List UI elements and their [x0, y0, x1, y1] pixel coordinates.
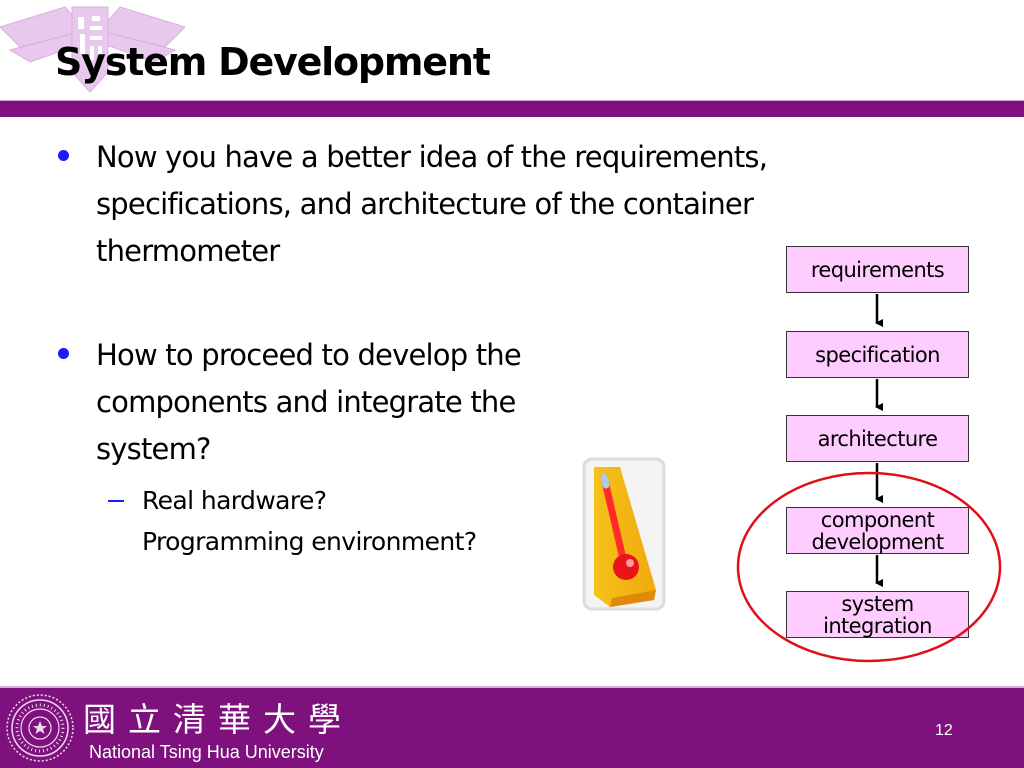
title-divider-bar [0, 101, 1024, 117]
bullet-item-2: How to proceed to develop the components… [58, 332, 618, 473]
university-name-english: National Tsing Hua University [89, 742, 324, 762]
flow-step-label-line-2: development [811, 529, 945, 554]
sub-bullet-line-1: Real hardware? [142, 486, 327, 515]
flow-step-label: architecture [817, 426, 938, 451]
flow-step-label-line-1: component [820, 507, 935, 532]
flow-step-system-integration: system integration [786, 591, 969, 638]
bullet-text: Now you have a better idea of the requir… [96, 140, 768, 268]
flow-step-label: specification [815, 342, 940, 367]
flow-step-label-line-2: integration [823, 613, 932, 638]
page-number: 12 [935, 722, 953, 739]
bullet-dot-icon [58, 150, 69, 161]
thermometer-icon [582, 457, 666, 611]
nthu-seal-icon [6, 694, 74, 762]
flow-step-requirements: requirements [786, 246, 969, 293]
dash-bullet-icon [108, 500, 124, 502]
flow-step-specification: specification [786, 331, 969, 378]
bullet-text: How to proceed to develop the components… [96, 338, 522, 466]
flow-step-label: requirements [810, 257, 945, 282]
bullet-item-1: Now you have a better idea of the requir… [58, 134, 898, 275]
flow-step-architecture: architecture [786, 415, 969, 462]
flow-step-label-line-1: system [841, 591, 914, 616]
slide-title: System Development [55, 40, 491, 84]
sub-bullet-line-2: Programming environment? [142, 527, 477, 556]
university-name-chinese: 國立清華大學 [83, 700, 353, 739]
sub-bullet-item: Real hardware? Programming environment? [108, 480, 477, 562]
bullet-dot-icon [58, 348, 69, 359]
flow-step-component-development: component development [786, 507, 969, 554]
